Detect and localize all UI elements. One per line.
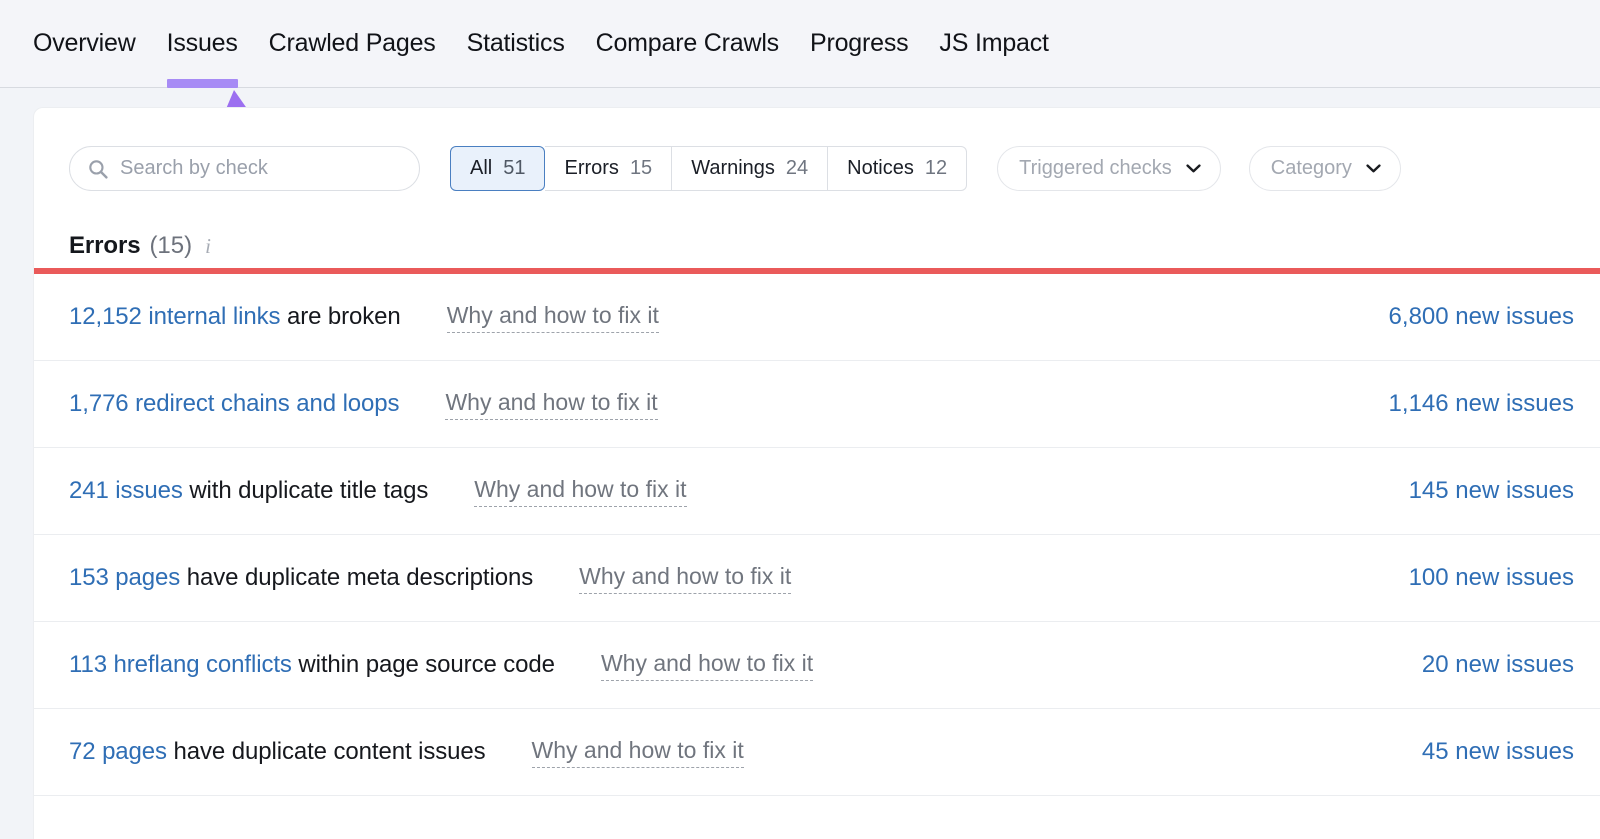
top-navigation-bar: Overview Issues Crawled Pages Statistics Com…	[0, 0, 1600, 88]
segment-all-count: 51	[503, 157, 525, 180]
issue-rest-text: within page source code	[292, 651, 555, 678]
issue-description: 72 pages have duplicate content issues	[69, 738, 486, 766]
section-count: (15)	[149, 232, 192, 260]
issue-row: 1,776 redirect chains and loops Why and h…	[34, 361, 1600, 448]
new-issues-link[interactable]: 100 new issues	[1409, 564, 1574, 592]
issue-description: 241 issues with duplicate title tags	[69, 477, 428, 505]
nav-tab-issues[interactable]: Issues	[167, 28, 238, 86]
issue-list: 12,152 internal links are broken Why and …	[34, 274, 1600, 796]
issue-count-link[interactable]: 153 pages	[69, 564, 180, 591]
segment-all-label: All	[470, 157, 492, 180]
segment-notices-count: 12	[925, 157, 947, 180]
issue-count-link[interactable]: 241 issues	[69, 477, 183, 504]
why-and-how-to-fix-link[interactable]: Why and how to fix it	[532, 737, 744, 768]
search-input[interactable]	[120, 147, 380, 190]
section-title: Errors	[69, 232, 140, 260]
info-icon[interactable]: i	[205, 234, 211, 259]
issue-row: 241 issues with duplicate title tags Why …	[34, 448, 1600, 535]
why-and-how-to-fix-link[interactable]: Why and how to fix it	[601, 650, 813, 681]
nav-tab-js-impact[interactable]: JS Impact	[939, 28, 1048, 86]
why-and-how-to-fix-link[interactable]: Why and how to fix it	[474, 476, 686, 507]
nav-tab-crawled-pages[interactable]: Crawled Pages	[269, 28, 436, 86]
segment-notices[interactable]: Notices 12	[828, 146, 967, 191]
segment-warnings-count: 24	[786, 157, 808, 180]
issue-description: 12,152 internal links are broken	[69, 303, 401, 331]
issue-rest-text: have duplicate content issues	[167, 738, 486, 765]
nav-tab-compare-crawls[interactable]: Compare Crawls	[596, 28, 779, 86]
search-icon	[88, 159, 108, 179]
issue-rest-text: have duplicate meta descriptions	[180, 564, 533, 591]
issues-card: All 51 Errors 15 Warnings 24 Notices 12 …	[33, 107, 1600, 839]
new-issues-link[interactable]: 1,146 new issues	[1389, 390, 1574, 418]
nav-tab-list: Overview Issues Crawled Pages Statistics Com…	[0, 0, 1600, 86]
issue-count-link[interactable]: 12,152 internal links	[69, 303, 280, 330]
issue-description: 113 hreflang conflicts within page sourc…	[69, 651, 555, 679]
nav-tab-statistics[interactable]: Statistics	[467, 28, 565, 86]
new-issues-link[interactable]: 45 new issues	[1422, 738, 1574, 766]
issue-row: 12,152 internal links are broken Why and …	[34, 274, 1600, 361]
segment-warnings-label: Warnings	[691, 157, 775, 180]
segment-errors-label: Errors	[564, 157, 618, 180]
segment-all[interactable]: All 51	[450, 146, 545, 191]
chevron-down-icon	[1366, 164, 1381, 173]
errors-section-header: Errors (15) i	[34, 191, 1600, 268]
triggered-checks-label: Triggered checks	[1019, 157, 1172, 180]
search-box[interactable]	[69, 146, 420, 191]
issue-row: 153 pages have duplicate meta descriptio…	[34, 535, 1600, 622]
issue-row: 113 hreflang conflicts within page sourc…	[34, 622, 1600, 709]
issue-count-link[interactable]: 72 pages	[69, 738, 167, 765]
why-and-how-to-fix-link[interactable]: Why and how to fix it	[445, 389, 657, 420]
triggered-checks-dropdown[interactable]: Triggered checks	[997, 146, 1221, 191]
segment-errors[interactable]: Errors 15	[545, 146, 672, 191]
segment-notices-label: Notices	[847, 157, 914, 180]
chevron-down-icon	[1186, 164, 1201, 173]
new-issues-link[interactable]: 20 new issues	[1422, 651, 1574, 679]
nav-tab-progress[interactable]: Progress	[810, 28, 908, 86]
new-issues-link[interactable]: 145 new issues	[1409, 477, 1574, 505]
issue-description: 153 pages have duplicate meta descriptio…	[69, 564, 533, 592]
severity-filter-group: All 51 Errors 15 Warnings 24 Notices 12	[450, 146, 967, 191]
issue-count-link[interactable]: 113 hreflang conflicts	[69, 651, 292, 678]
category-label: Category	[1271, 157, 1352, 180]
segment-errors-count: 15	[630, 157, 652, 180]
issue-row: 72 pages have duplicate content issues Wh…	[34, 709, 1600, 796]
issue-rest-text: with duplicate title tags	[183, 477, 429, 504]
why-and-how-to-fix-link[interactable]: Why and how to fix it	[447, 302, 659, 333]
segment-warnings[interactable]: Warnings 24	[672, 146, 828, 191]
nav-tab-overview[interactable]: Overview	[33, 28, 136, 86]
filter-toolbar: All 51 Errors 15 Warnings 24 Notices 12 …	[34, 108, 1600, 191]
new-issues-link[interactable]: 6,800 new issues	[1389, 303, 1574, 331]
category-dropdown[interactable]: Category	[1249, 146, 1401, 191]
issue-description: 1,776 redirect chains and loops	[69, 390, 399, 418]
issue-count-link[interactable]: 1,776 redirect chains and loops	[69, 390, 399, 417]
why-and-how-to-fix-link[interactable]: Why and how to fix it	[579, 563, 791, 594]
issue-rest-text: are broken	[280, 303, 400, 330]
